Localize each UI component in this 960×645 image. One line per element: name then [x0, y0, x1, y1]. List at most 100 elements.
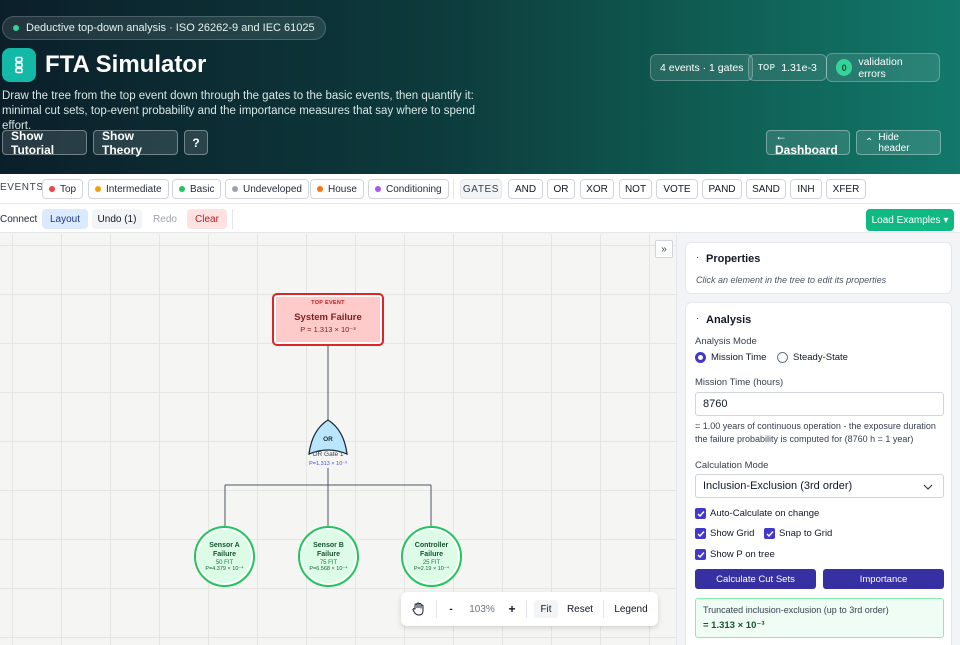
basic-event-node[interactable]: Sensor A Failure 50 FIT P=4.379 × 10⁻⁴	[194, 526, 255, 587]
calculation-mode-value: Inclusion-Exclusion (3rd order)	[703, 480, 853, 492]
zoom-out-button[interactable]: -	[443, 600, 459, 618]
top-event-node[interactable]: TOP EVENT System Failure P = 1.313 × 10⁻…	[272, 293, 384, 346]
hide-header-label: Hide header	[878, 131, 910, 154]
redo-button[interactable]: Redo	[146, 209, 184, 229]
gate-button-xor[interactable]: XOR	[580, 179, 614, 199]
page-title: FTA Simulator	[45, 51, 207, 78]
basic-event-node[interactable]: Controller Failure 25 FIT P=2.19 × 10⁻⁴	[401, 526, 462, 587]
orange-dot-icon	[317, 186, 323, 192]
event-chip-top[interactable]: Top	[42, 179, 84, 199]
show-grid-label: Show Grid	[710, 528, 755, 539]
gate-button-xfer[interactable]: XFER	[826, 179, 866, 199]
show-theory-button[interactable]: Show Theory	[93, 129, 178, 157]
fit-button[interactable]: Fit	[534, 600, 558, 618]
top-event-probability: P = 1.313 × 10⁻³	[300, 325, 356, 334]
gate-button-pand[interactable]: PAND	[702, 179, 742, 199]
check-icon	[697, 530, 705, 537]
steady-state-radio[interactable]	[777, 352, 788, 363]
legend-button[interactable]: Legend	[611, 600, 651, 618]
basic-event-node[interactable]: Sensor B Failure 75 FIT P=6.568 × 10⁻⁴	[298, 526, 359, 587]
layout-button[interactable]: Layout	[42, 209, 88, 229]
mission-time-input[interactable]: 8760	[695, 392, 944, 416]
show-grid-checkbox[interactable]	[695, 528, 706, 539]
analysis-title[interactable]: Analysis	[706, 314, 751, 326]
calculate-cut-sets-button[interactable]: Calculate Cut Sets	[695, 569, 816, 589]
hide-header-button[interactable]: ⌃ Hide header	[856, 130, 941, 155]
properties-title[interactable]: Properties	[706, 253, 760, 265]
properties-card: · Properties Click an element in the tre…	[685, 242, 952, 294]
top-key: TOP	[758, 63, 776, 72]
status-dot-icon	[13, 25, 19, 31]
page-subtitle: Draw the tree from the top event down th…	[2, 90, 476, 132]
pan-hand-icon[interactable]	[407, 600, 429, 618]
validation-stat: 0 validation errors	[826, 53, 940, 82]
app-logo-icon	[2, 48, 36, 82]
top-probability-stat: TOP 1.31e-3	[748, 54, 827, 81]
reset-button[interactable]: Reset	[564, 600, 596, 618]
zoom-divider	[526, 600, 527, 618]
chip-label: Top	[60, 183, 77, 195]
show-p-checkbox[interactable]	[695, 549, 706, 560]
gate-button-not[interactable]: NOT	[619, 179, 652, 199]
gate-button-inh[interactable]: INH	[790, 179, 822, 199]
chip-label: House	[328, 183, 357, 195]
show-tutorial-button[interactable]: Show Tutorial	[2, 129, 87, 157]
basic-event-name: Sensor B	[313, 542, 344, 549]
result-label: Truncated inclusion-exclusion (up to 3rd…	[703, 605, 889, 615]
gate-button-or[interactable]: OR	[547, 179, 575, 199]
check-icon	[697, 551, 705, 558]
basic-event-name: Failure	[420, 551, 443, 558]
collapse-panel-button[interactable]: »	[655, 240, 673, 258]
importance-button[interactable]: Importance	[823, 569, 944, 589]
snap-to-grid-label: Snap to Grid	[779, 528, 833, 539]
mission-time-radio[interactable]	[695, 352, 706, 363]
basic-event-name: Sensor A	[209, 542, 240, 549]
connect-button[interactable]: Connect	[0, 209, 37, 229]
calculation-mode-select[interactable]: Inclusion-Exclusion (3rd order)	[695, 474, 944, 498]
basic-event-name: Controller	[414, 542, 449, 549]
top-event-name: System Failure	[294, 312, 362, 323]
event-chip-intermediate[interactable]: Intermediate	[88, 179, 169, 199]
toolbar-divider	[453, 179, 454, 199]
event-chip-basic[interactable]: Basic	[172, 179, 222, 199]
event-chip-house[interactable]: House	[310, 179, 364, 199]
top-value: 1.31e-3	[781, 61, 817, 74]
result-box: Truncated inclusion-exclusion (up to 3rd…	[695, 598, 944, 638]
basic-event-name: Failure	[317, 551, 340, 558]
purple-dot-icon	[375, 186, 381, 192]
help-button[interactable]: ?	[184, 130, 208, 155]
element-toolbar: EVENTS Top Intermediate Basic Undevelope…	[0, 174, 960, 204]
gate-button-vote[interactable]: VOTE	[656, 179, 698, 199]
clear-button[interactable]: Clear	[187, 209, 227, 229]
snap-to-grid-checkbox[interactable]	[764, 528, 775, 539]
mission-time-radio-label: Mission Time	[711, 352, 767, 363]
standard-pill: Deductive top-down analysis · ISO 26262-…	[2, 16, 326, 40]
gate-probability: P=1.313 × 10⁻³	[309, 461, 347, 467]
basic-event-probability: P=2.19 × 10⁻⁴	[413, 566, 450, 572]
undo-button[interactable]: Undo (1)	[92, 209, 142, 229]
event-chip-conditioning[interactable]: Conditioning	[368, 179, 449, 199]
check-icon	[697, 510, 705, 517]
page-header: Deductive top-down analysis · ISO 26262-…	[0, 0, 960, 174]
gate-button-sand[interactable]: SAND	[746, 179, 786, 199]
green-dot-icon	[179, 186, 185, 192]
event-chip-undeveloped[interactable]: Undeveloped	[225, 179, 309, 199]
gate-name[interactable]: OR Gate 1	[298, 451, 358, 458]
tree-canvas[interactable]: OR OR Gate 1 P=1.313 × 10⁻³ TOP EVENT Sy…	[0, 234, 676, 645]
load-examples-button[interactable]: Load Examples ▾	[866, 209, 954, 231]
basic-event-probability: P=4.379 × 10⁻⁴	[205, 566, 244, 572]
auto-calculate-checkbox[interactable]	[695, 508, 706, 519]
action-toolbar: Connect Layout Undo (1) Redo Clear Load …	[0, 204, 960, 233]
side-panel: · Properties Click an element in the tre…	[676, 234, 960, 645]
validation-count-badge: 0	[836, 59, 853, 76]
bullet-icon: ·	[696, 313, 700, 324]
analysis-mode-label: Analysis Mode	[695, 336, 757, 347]
chip-label: Intermediate	[106, 183, 162, 195]
dashboard-button[interactable]: ← Dashboard	[766, 129, 850, 157]
zoom-in-button[interactable]: +	[504, 600, 520, 618]
basic-event-name: Failure	[213, 551, 236, 558]
basic-event-probability: P=6.568 × 10⁻⁴	[309, 566, 348, 572]
gate-button-and[interactable]: AND	[508, 179, 543, 199]
show-p-label: Show P on tree	[710, 549, 775, 560]
bullet-icon: ·	[696, 252, 700, 263]
